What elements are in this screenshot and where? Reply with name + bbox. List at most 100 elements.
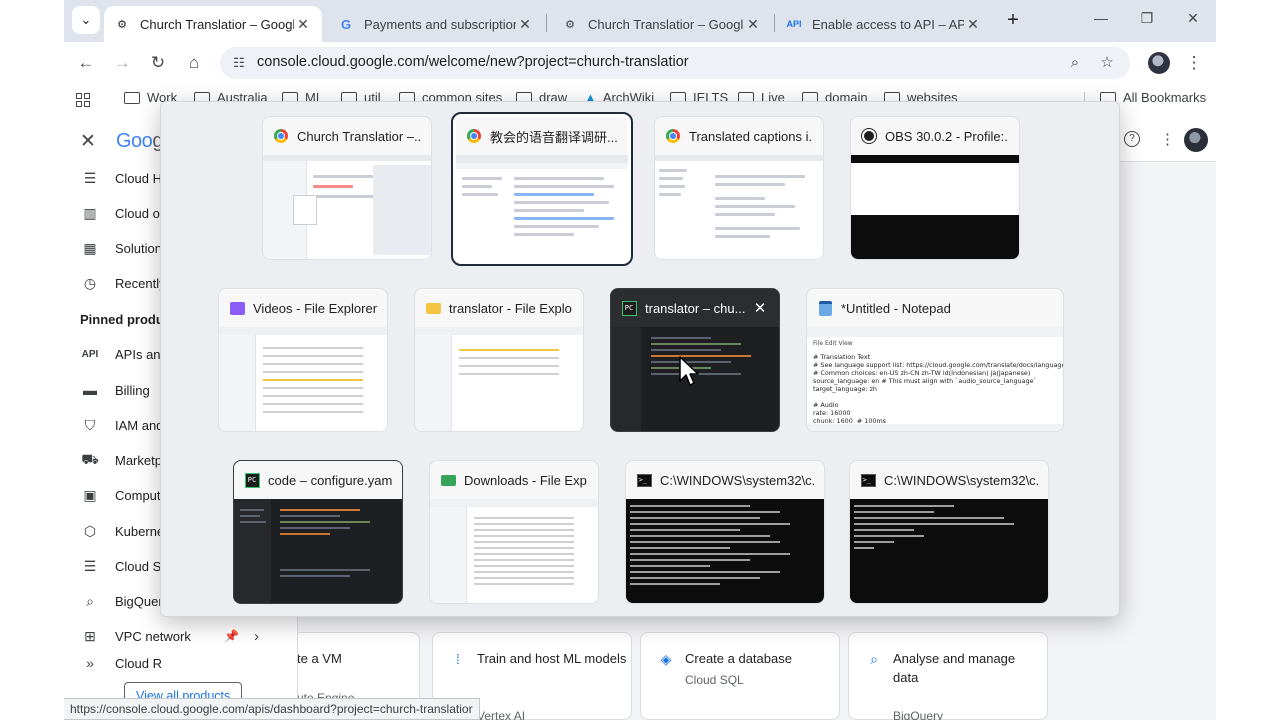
tab-church-translatior-1[interactable]: ⚙ Church Translatior – Google C ✕ [104,6,322,42]
site-info-icon[interactable]: ☷ [230,54,248,72]
chevron-right-icon[interactable]: › [254,628,259,645]
terminal-icon: >_ [636,472,652,488]
obs-icon [861,128,877,144]
window-thumbnail [430,499,598,603]
pin-icon[interactable]: 📌 [224,629,239,643]
home-button[interactable]: ⌂ [182,51,206,75]
window-church-translatior[interactable]: Church Translatior –... [262,116,432,260]
card-title: Create a database [685,651,792,666]
window-thumbnail [850,499,1048,603]
url-text[interactable]: console.cloud.google.com/welcome/new?pro… [257,54,689,70]
window-notepad[interactable]: *Untitled - Notepad File Edit View # Tra… [806,288,1064,432]
gear-favicon-icon: ⚙ [565,18,575,31]
bigquery-icon: ⌕ [870,651,878,667]
window-thumbnail [626,499,824,603]
videos-folder-icon [229,300,245,316]
tab-separator [546,14,547,32]
window-code-configure-yaml[interactable]: PC code – configure.yaml [233,460,403,604]
network-icon: ⊞ [84,627,96,644]
window-thumbnail [456,155,628,261]
window-obs[interactable]: OBS 30.0.2 - Profile:... [850,116,1020,260]
close-icon[interactable]: ✕ [294,16,312,33]
notepad-icon [817,300,833,316]
window-close-button[interactable]: ✕ [1178,10,1208,27]
window-thumbnail [219,327,387,431]
card-analyse-data[interactable]: ⌕ Analyse and manage data BigQuery [848,632,1048,720]
tab-title: Payments and subscriptions [364,16,516,32]
api-favicon-icon: API [786,19,802,29]
pycharm-icon: PC [621,300,637,316]
pycharm-icon: PC [244,472,260,488]
card-subtitle: BigQuery [893,709,944,720]
address-bar[interactable]: ☷ console.cloud.google.com/welcome/new?p… [220,47,1130,79]
tab-separator [774,14,775,32]
folder-icon [124,91,140,104]
window-cmd-1[interactable]: >_ C:\WINDOWS\system32\c... [625,460,825,604]
tab-strip: ⌄ ⚙ Church Translatior – Google C ✕ G Pa… [64,0,1216,42]
google-favicon-icon: G [340,16,352,32]
chevron-down-icon: ⌄ [80,12,92,27]
help-icon[interactable]: ? [1124,131,1140,147]
tab-title: Church Translatior – Google C [140,16,294,32]
window-church-research-doc[interactable]: 教会的语音翻译调研... [451,112,633,266]
back-button[interactable]: ← [74,51,98,75]
gear-favicon-icon: ⚙ [117,18,127,31]
forward-button[interactable]: → [110,51,134,75]
window-thumbnail [234,499,402,603]
run-icon: » [86,656,94,670]
card-title: Analyse and manage data [893,651,1016,685]
terminal-icon: >_ [860,472,876,488]
close-icon[interactable]: ✕ [80,130,96,153]
window-downloads-explorer[interactable]: Downloads - File Exp... [429,460,599,604]
restore-button[interactable]: ❐ [1132,10,1162,27]
chrome-icon [665,128,681,144]
cloud-sql-icon: ◈ [660,651,672,667]
folder-icon [425,300,441,316]
more-options-icon[interactable]: ⋮ [1160,130,1175,148]
zoom-icon[interactable]: ⌕ [1066,54,1084,72]
bigquery-icon: ⌕ [86,592,94,609]
reload-button[interactable]: ↻ [146,51,170,75]
notepad-menu: File Edit View [813,340,853,347]
tab-enable-api[interactable]: API Enable access to API – APIs a ✕ [776,6,992,42]
nav-item-vpc-network[interactable]: ⊞ VPC network 📌 › [64,621,298,651]
kubernetes-icon: ⬡ [83,522,97,539]
bookmark-star-icon[interactable]: ☆ [1098,54,1116,72]
tab-title: Enable access to API – APIs a [812,16,964,32]
window-thumbnail [851,155,1019,259]
vertex-ai-icon: ⁞ [456,651,460,667]
storage-icon: ☰ [83,557,97,574]
window-videos-explorer[interactable]: Videos - File Explorer [218,288,388,432]
profile-avatar[interactable] [1148,52,1170,74]
window-translator-explorer[interactable]: translator - File Explo... [414,288,584,432]
close-window-icon[interactable]: ✕ [751,299,769,317]
window-thumbnail: File Edit View # Translation Text # See … [807,327,1063,431]
window-translated-captions[interactable]: Translated captions i... [654,116,824,260]
tab-church-translatior-2[interactable]: ⚙ Church Translatior – Google C ✕ [552,6,772,42]
billing-icon: ▬ [83,382,97,398]
card-subtitle: Cloud SQL [685,673,744,687]
tab-payments[interactable]: G Payments and subscriptions ✕ [328,6,544,42]
clock-icon: ◷ [83,274,97,291]
grid-icon: ▦ [83,239,97,256]
window-thumbnail [263,155,431,259]
browser-menu-button[interactable]: ⋮ [1182,51,1206,75]
shield-icon: ⛉ [84,416,96,433]
console-avatar[interactable] [1184,128,1208,152]
link-status-bar: https://console.cloud.google.com/apis/da… [64,698,480,720]
close-icon[interactable]: ✕ [744,16,762,33]
new-tab-button[interactable]: + [1000,8,1026,34]
card-create-database[interactable]: ◈ Create a database Cloud SQL [640,632,840,720]
right-letterbox [1216,0,1280,720]
task-switcher: Church Translatior –... 教会的语音翻译调研... Tra… [160,101,1120,617]
api-icon: API [81,348,99,360]
card-title: Train and host ML models [477,651,627,666]
window-cmd-2[interactable]: >_ C:\WINDOWS\system32\c... [849,460,1049,604]
tune-icon: ☰ [83,169,97,186]
close-icon[interactable]: ✕ [964,16,982,33]
nav-item-cloud-run[interactable]: » Cloud R [64,656,298,670]
apps-grid-icon[interactable] [76,93,90,107]
tab-search-button[interactable]: ⌄ [72,6,100,34]
minimize-button[interactable]: — [1086,10,1116,26]
close-icon[interactable]: ✕ [516,16,534,33]
